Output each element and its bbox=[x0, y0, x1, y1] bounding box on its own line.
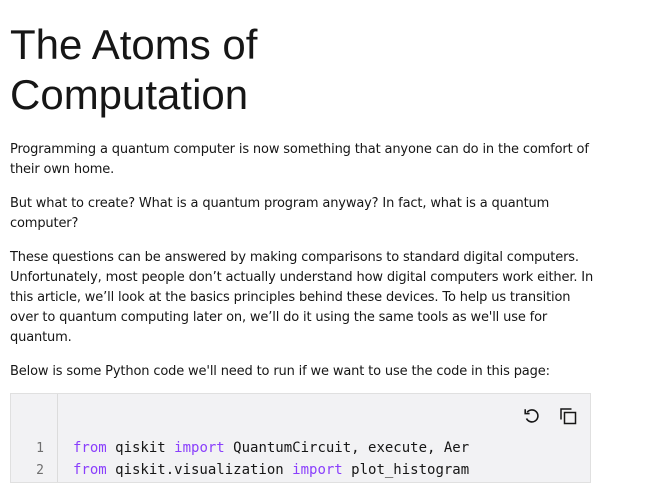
code-module: qiskit.visualization bbox=[106, 462, 293, 478]
code-line[interactable]: from qiskit.visualization import plot_hi… bbox=[73, 462, 469, 478]
paragraph-question: But what to create? What is a quantum pr… bbox=[10, 196, 550, 231]
code-keyword: from bbox=[73, 440, 107, 456]
code-keyword: import bbox=[292, 462, 343, 478]
page-title: The Atoms of Computation bbox=[10, 21, 258, 118]
paragraph-intro: Programming a quantum computer is now so… bbox=[10, 142, 589, 177]
code-cell[interactable]: 1 2 from qiskit import QuantumCircuit, e… bbox=[10, 393, 591, 483]
code-keyword: import bbox=[174, 440, 225, 456]
paragraph-code-intro: Below is some Python code we'll need to … bbox=[10, 364, 550, 379]
code-module: qiskit bbox=[106, 440, 175, 456]
copy-icon bbox=[560, 408, 577, 425]
reset-button[interactable] bbox=[520, 404, 544, 428]
line-number: 1 bbox=[36, 441, 44, 456]
code-imports: QuantumCircuit, execute, Aer bbox=[224, 440, 470, 456]
code-keyword: from bbox=[73, 462, 107, 478]
code-toolbar bbox=[520, 404, 580, 428]
reset-icon bbox=[524, 409, 539, 423]
paragraph-comparison: These questions can be answered by makin… bbox=[10, 250, 594, 345]
code-line[interactable]: from qiskit import QuantumCircuit, execu… bbox=[73, 440, 469, 456]
article: The Atoms of Computation Programming a q… bbox=[10, 0, 594, 382]
line-number: 2 bbox=[36, 463, 44, 478]
code-imports: plot_histogram bbox=[342, 462, 470, 478]
copy-button[interactable] bbox=[556, 404, 580, 428]
